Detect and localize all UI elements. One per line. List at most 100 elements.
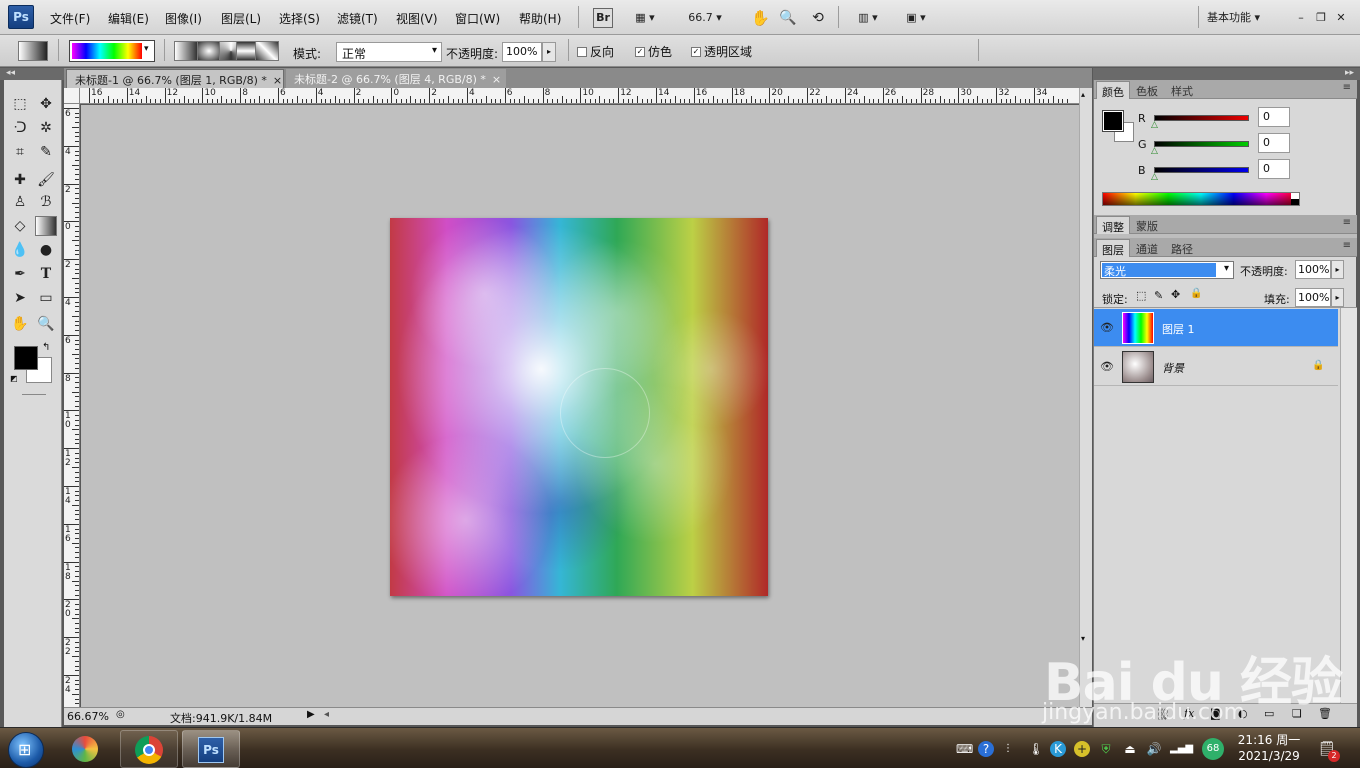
dither-checkbox[interactable]: ✓: [635, 47, 645, 57]
new-layer-icon[interactable]: ❏: [1292, 707, 1302, 720]
lock-position-icon[interactable]: ✥: [1171, 288, 1180, 301]
type-tool-icon[interactable]: T: [35, 264, 57, 284]
transparency-checkbox[interactable]: ✓: [691, 47, 701, 57]
panel-dock-handle[interactable]: ▸▸: [1093, 68, 1360, 80]
layer-opacity-input[interactable]: 100%: [1295, 260, 1331, 279]
linear-gradient-icon[interactable]: [174, 41, 198, 61]
tray-menu-icon[interactable]: ⋮: [1000, 741, 1016, 757]
black-white-swatch[interactable]: [1291, 193, 1299, 205]
scroll-left-icon[interactable]: ◂: [324, 709, 329, 720]
collapse-panels-icon[interactable]: ▸▸: [1345, 68, 1354, 78]
tab-layers[interactable]: 图层: [1096, 239, 1130, 257]
help-icon[interactable]: ?: [978, 741, 994, 757]
blend-mode-select[interactable]: 柔光 ▾: [1100, 261, 1234, 279]
keyboard-icon[interactable]: ⌨: [956, 741, 973, 757]
layer-style-icon[interactable]: fx: [1184, 707, 1194, 720]
bridge-button[interactable]: Br: [593, 8, 613, 28]
slider-thumb-icon[interactable]: △: [1151, 146, 1158, 156]
gradient-tool-preset-icon[interactable]: [18, 41, 48, 61]
green-slider[interactable]: [1154, 141, 1249, 147]
lock-all-icon[interactable]: 🔒: [1190, 288, 1202, 299]
lock-transparent-icon[interactable]: ⬚: [1136, 289, 1146, 302]
document-image[interactable]: [390, 218, 768, 596]
lasso-tool-icon[interactable]: ᑝ: [9, 118, 31, 138]
fill-input[interactable]: 100%: [1295, 288, 1331, 307]
toolbox-handle[interactable]: ◂◂: [0, 68, 64, 80]
slider-thumb-icon[interactable]: △: [1151, 172, 1158, 182]
scroll-down-icon[interactable]: ▾: [1081, 634, 1085, 643]
diamond-gradient-icon[interactable]: [255, 41, 279, 61]
menu-window[interactable]: 窗口(W): [455, 10, 500, 27]
screen-mode-icon[interactable]: ▣ ▾: [898, 8, 934, 28]
tab-masks[interactable]: 蒙版: [1131, 216, 1163, 234]
visibility-eye-icon[interactable]: 👁: [1100, 360, 1114, 373]
panel-menu-icon[interactable]: ≡: [1343, 82, 1351, 93]
green-value-input[interactable]: 0: [1258, 133, 1290, 153]
minimize-icon[interactable]: –: [1294, 8, 1308, 28]
red-value-input[interactable]: 0: [1258, 107, 1290, 127]
menu-file[interactable]: 文件(F): [50, 10, 90, 27]
opacity-input[interactable]: 100%: [502, 42, 542, 62]
lock-pixels-icon[interactable]: ✎: [1154, 289, 1163, 302]
shape-tool-icon[interactable]: ▭: [35, 288, 57, 308]
restore-icon[interactable]: ❐: [1314, 8, 1328, 28]
new-group-icon[interactable]: ▭: [1264, 707, 1274, 720]
workspace-switcher[interactable]: 基本功能 ▾: [1206, 8, 1280, 28]
panel-foreground-swatch[interactable]: [1102, 110, 1124, 132]
menu-view[interactable]: 视图(V): [396, 10, 438, 27]
magic-wand-icon[interactable]: ✲: [35, 118, 57, 138]
zoom-tool-icon[interactable]: 🔍: [35, 314, 57, 334]
hand-icon[interactable]: ✋: [750, 8, 770, 28]
hand-tool-icon[interactable]: ✋: [9, 314, 31, 334]
system-clock[interactable]: 21:16 周一 2021/3/29: [1236, 732, 1302, 764]
close-tab-icon[interactable]: ×: [492, 73, 501, 86]
tab-swatches[interactable]: 色板: [1131, 81, 1163, 99]
slider-thumb-icon[interactable]: △: [1151, 120, 1158, 130]
brush-tool-icon[interactable]: 🖌: [35, 170, 57, 190]
usb-icon[interactable]: ⏏: [1122, 741, 1138, 757]
plus-app-icon[interactable]: +: [1074, 741, 1090, 757]
thermometer-icon[interactable]: 🌡: [1028, 741, 1044, 757]
foreground-color-swatch[interactable]: [14, 346, 38, 370]
red-slider[interactable]: [1154, 115, 1249, 121]
taskbar-app-chrome[interactable]: [120, 730, 178, 768]
layer-name[interactable]: 背景: [1162, 360, 1184, 376]
tab-channels[interactable]: 通道: [1131, 239, 1163, 257]
rotate-view-icon[interactable]: ⟲: [808, 8, 828, 28]
zoom-level-dropdown[interactable]: 66.7 ▾: [682, 8, 728, 28]
layer-row-layer-1[interactable]: 👁 图层 1: [1094, 309, 1338, 347]
arrange-documents-icon[interactable]: ▥ ▾: [850, 8, 886, 28]
gradient-tool-icon[interactable]: [35, 216, 57, 236]
zoom-icon[interactable]: 🔍: [778, 8, 798, 28]
move-tool-icon[interactable]: ✥: [35, 94, 57, 114]
default-colors-icon[interactable]: ◩: [10, 374, 18, 383]
layer-opacity-arrow-icon[interactable]: ▸: [1331, 260, 1344, 279]
visibility-eye-icon[interactable]: 👁: [1100, 321, 1114, 334]
history-brush-icon[interactable]: ℬ: [35, 192, 57, 212]
menu-select[interactable]: 选择(S): [279, 10, 320, 27]
layer-name[interactable]: 图层 1: [1162, 321, 1195, 337]
tab-adjustments[interactable]: 调整: [1096, 216, 1130, 234]
link-layers-icon[interactable]: ⛓: [1156, 708, 1170, 721]
tab-paths[interactable]: 路径: [1166, 239, 1198, 257]
security-shield-icon[interactable]: ⛨: [1098, 741, 1114, 757]
vertical-scrollbar[interactable]: ▴ ▾: [1079, 88, 1092, 707]
layer-row-background[interactable]: 👁 背景 🔒: [1094, 348, 1338, 386]
color-spectrum-bar[interactable]: [1102, 192, 1300, 206]
delete-layer-icon[interactable]: 🗑: [1318, 707, 1332, 720]
tab-document-2[interactable]: 未标题-2 @ 66.7% (图层 4, RGB/8) * ×: [286, 69, 506, 88]
add-mask-icon[interactable]: ◙: [1210, 707, 1221, 720]
volume-icon[interactable]: 🔊: [1146, 741, 1162, 757]
performance-badge[interactable]: 68: [1202, 738, 1224, 760]
tab-styles[interactable]: 样式: [1166, 81, 1198, 99]
menu-edit[interactable]: 编辑(E): [108, 10, 149, 27]
start-button[interactable]: ⊞: [8, 732, 44, 768]
healing-brush-icon[interactable]: ✚: [9, 170, 31, 190]
scroll-up-icon[interactable]: ▴: [1081, 90, 1085, 99]
eyedropper-icon[interactable]: ✎: [35, 142, 57, 162]
clone-stamp-icon[interactable]: ♙: [9, 192, 31, 212]
tab-document-1[interactable]: 未标题-1 @ 66.7% (图层 1, RGB/8) * ×: [66, 69, 284, 88]
menu-image[interactable]: 图像(I): [165, 10, 202, 27]
close-icon[interactable]: ✕: [1334, 8, 1348, 28]
gradient-picker[interactable]: ▾: [69, 40, 155, 62]
